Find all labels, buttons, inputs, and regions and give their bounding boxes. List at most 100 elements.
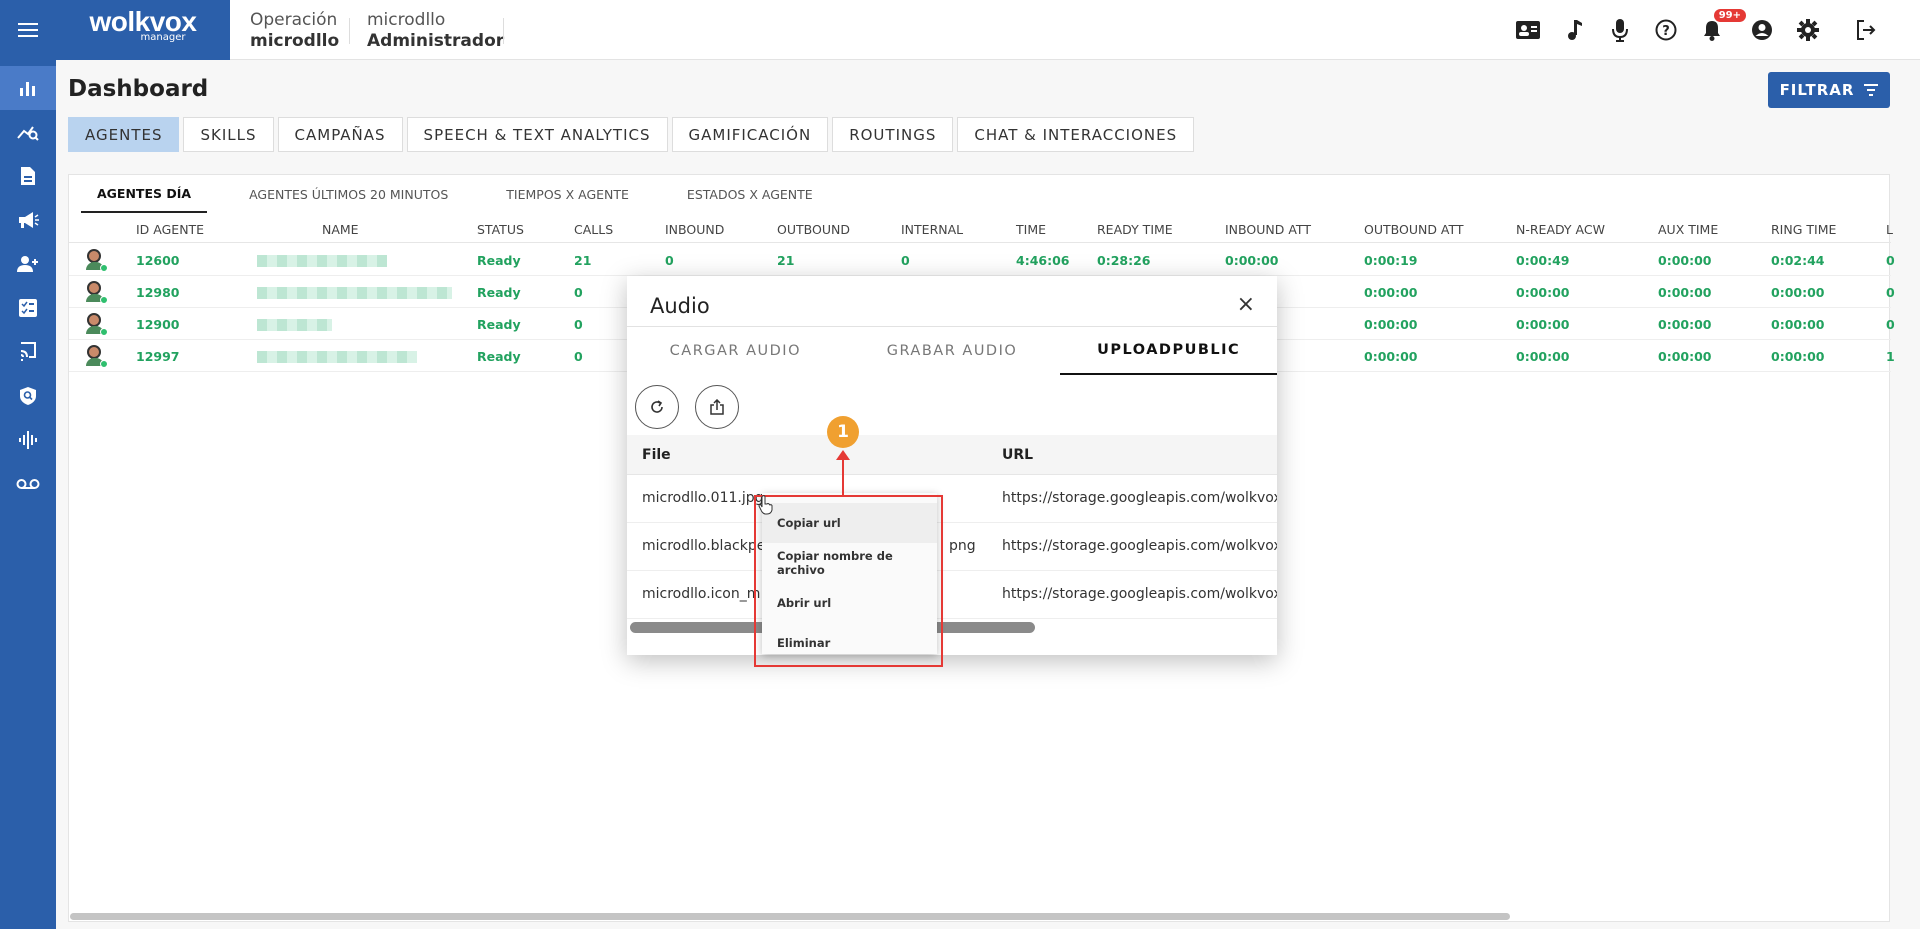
notifications-icon[interactable]: 99+ — [1698, 9, 1746, 44]
agents-subtabs: AGENTES DÍA AGENTES ÚLTIMOS 20 MINUTOS T… — [81, 175, 855, 213]
agent-nready-acw: 0:00:00 — [1516, 349, 1570, 364]
tab-cargar-audio[interactable]: CARGAR AUDIO — [627, 327, 844, 375]
sidebar-item-voicemail[interactable] — [0, 462, 56, 506]
sidebar-item-campaigns[interactable] — [0, 198, 56, 242]
column-header[interactable]: INTERNAL — [901, 222, 963, 237]
agents-table-header: ID AGENTE NAME STATUS CALLS INBOUND OUTB… — [69, 215, 1893, 243]
user-role: Administrador — [367, 31, 505, 51]
logout-icon[interactable] — [1852, 16, 1880, 44]
sidebar-item-security[interactable] — [0, 374, 56, 418]
column-header[interactable]: OUTBOUND — [777, 222, 850, 237]
agent-avatar — [85, 281, 108, 304]
hand-cursor-icon — [758, 495, 773, 515]
column-header[interactable]: L — [1886, 222, 1893, 237]
annotation-arrow-line — [842, 458, 844, 495]
table-row[interactable]: microdllo.icon_m https://storage.googlea… — [627, 571, 1277, 619]
column-header[interactable]: TIME — [1016, 222, 1046, 237]
tab-speech-text-analytics[interactable]: SPEECH & TEXT ANALYTICS — [406, 117, 668, 152]
column-header[interactable]: NAME — [322, 222, 359, 237]
tab-uploadpublic[interactable]: UPLOADPUBLIC — [1060, 327, 1277, 375]
subtab-agentes-dia[interactable]: AGENTES DÍA — [81, 175, 208, 213]
subtab-estados-x-agente[interactable]: ESTADOS X AGENTE — [671, 175, 829, 213]
column-header-url[interactable]: URL — [1002, 447, 1033, 463]
agent-calls: 0 — [574, 285, 583, 300]
column-header[interactable]: READY TIME — [1097, 222, 1173, 237]
agent-avatar — [85, 313, 108, 336]
agent-last: 0 — [1886, 285, 1895, 300]
contact-card-icon[interactable] — [1514, 16, 1542, 44]
agent-status: Ready — [477, 285, 521, 300]
table-row[interactable]: microdllo.011.jpg https://storage.google… — [627, 475, 1277, 523]
column-header[interactable]: ID AGENTE — [136, 222, 204, 237]
sidebar-item-users[interactable] — [0, 242, 56, 286]
table-row[interactable]: microdllo.blackpe png https://storage.go… — [627, 523, 1277, 571]
agent-inbound: 0 — [665, 253, 674, 268]
close-icon[interactable]: × — [1237, 292, 1255, 317]
help-icon[interactable]: ? — [1652, 16, 1680, 44]
divider — [349, 18, 350, 44]
sidebar-item-dashboard[interactable] — [0, 66, 56, 110]
agent-calls: 0 — [574, 317, 583, 332]
tab-chat-interacciones[interactable]: CHAT & INTERACCIONES — [957, 117, 1195, 152]
menu-toggle-button[interactable] — [0, 0, 56, 60]
agent-aux-time: 0:00:00 — [1658, 317, 1712, 332]
tab-skills[interactable]: SKILLS — [183, 117, 274, 152]
refresh-button[interactable] — [635, 385, 679, 429]
refresh-icon — [651, 400, 663, 413]
agent-last: 1 — [1886, 349, 1895, 364]
sidebar-item-speech[interactable] — [0, 418, 56, 462]
column-header[interactable]: INBOUND ATT — [1225, 222, 1311, 237]
column-header[interactable]: AUX TIME — [1658, 222, 1718, 237]
horizontal-scrollbar[interactable] — [70, 913, 1510, 920]
column-header[interactable]: N-READY ACW — [1516, 222, 1605, 237]
agent-id: 12980 — [136, 285, 180, 300]
agent-outbound-att: 0:00:00 — [1364, 349, 1418, 364]
agent-aux-time: 0:00:00 — [1658, 349, 1712, 364]
agent-time: 4:46:06 — [1016, 253, 1070, 268]
agent-calls: 0 — [574, 349, 583, 364]
agent-avatar — [85, 249, 108, 272]
file-name: microdllo.icon_m — [642, 586, 761, 602]
agent-avatar — [85, 345, 108, 368]
tab-routings[interactable]: ROUTINGS — [832, 117, 954, 152]
column-header[interactable]: INBOUND — [665, 222, 724, 237]
sidebar-item-broadcast[interactable] — [0, 330, 56, 374]
sidebar-item-reports[interactable] — [0, 154, 56, 198]
operation-label: Operación — [250, 10, 338, 30]
user-label: microdllo — [367, 10, 446, 30]
sidebar-item-analytics[interactable] — [0, 110, 56, 154]
redacted-name — [257, 351, 417, 363]
filter-button[interactable]: FILTRAR — [1768, 72, 1890, 108]
column-header[interactable]: RING TIME — [1771, 222, 1836, 237]
subtab-tiempos-x-agente[interactable]: TIEMPOS X AGENTE — [490, 175, 645, 213]
agent-calls: 21 — [574, 253, 592, 268]
column-header-file[interactable]: File — [642, 447, 671, 463]
table-row[interactable]: 12600 Ready 21 0 21 0 4:46:06 0:28:26 0:… — [69, 244, 1895, 276]
tab-agentes[interactable]: AGENTES — [68, 117, 180, 152]
app-logo[interactable]: wolkvox manager — [56, 0, 230, 60]
svg-text:?: ? — [1662, 24, 1670, 39]
agent-id: 12997 — [136, 349, 180, 364]
settings-gear-icon[interactable] — [1794, 16, 1822, 44]
tab-grabar-audio[interactable]: GRABAR AUDIO — [844, 327, 1061, 375]
filter-icon — [1864, 84, 1879, 96]
agent-inbound-att: 0:00:00 — [1225, 253, 1279, 268]
microphone-icon[interactable] — [1606, 16, 1634, 44]
column-header[interactable]: CALLS — [574, 222, 613, 237]
user-avatar-icon[interactable] — [1748, 16, 1776, 44]
column-header[interactable]: OUTBOUND ATT — [1364, 222, 1464, 237]
upload-button[interactable] — [695, 385, 739, 429]
online-status-dot — [100, 296, 108, 304]
music-note-icon[interactable] — [1560, 16, 1588, 44]
agent-ring-time: 0:02:44 — [1771, 253, 1825, 268]
tab-gamificacion[interactable]: GAMIFICACIÓN — [671, 117, 829, 152]
sidebar-item-tasks[interactable] — [0, 286, 56, 330]
audio-modal: Audio × CARGAR AUDIO GRABAR AUDIO UPLOAD… — [627, 276, 1277, 655]
column-header[interactable]: STATUS — [477, 222, 524, 237]
subtab-agentes-ultimos-20[interactable]: AGENTES ÚLTIMOS 20 MINUTOS — [233, 175, 464, 213]
file-url: https://storage.googleapis.com/wolkvox-c — [1002, 490, 1277, 506]
tab-campanas[interactable]: CAMPAÑAS — [277, 117, 403, 152]
megaphone-icon — [19, 212, 39, 228]
agent-outbound-att: 0:00:19 — [1364, 253, 1418, 268]
online-status-dot — [100, 360, 108, 368]
